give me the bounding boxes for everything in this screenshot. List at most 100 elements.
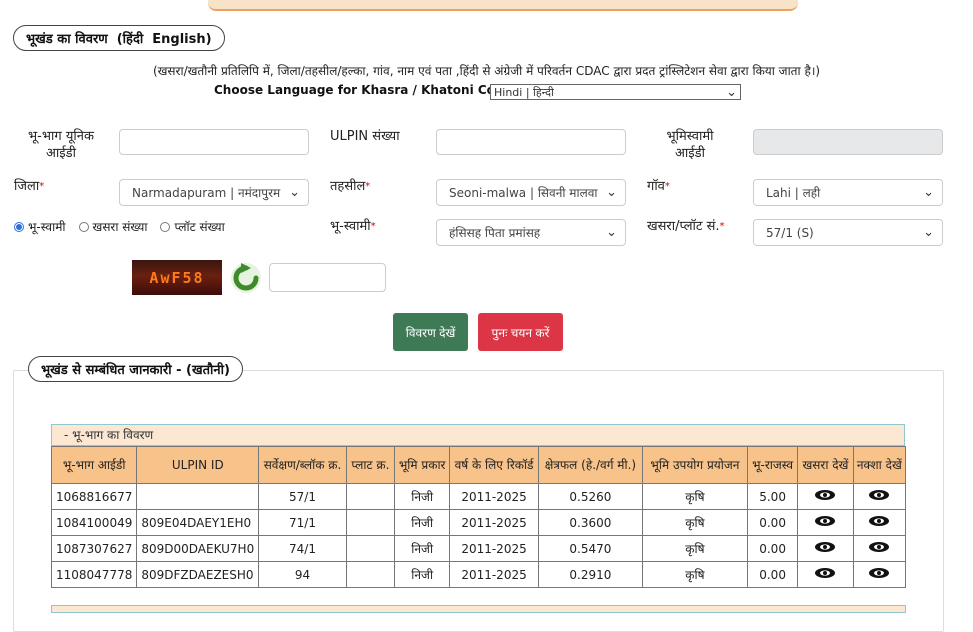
khasra-select[interactable]: 57/1 (S) ⌄ — [753, 219, 943, 246]
radio-circle[interactable] — [78, 221, 89, 232]
bhumiswami-id-label: भूमिस्वामी आईडी — [666, 129, 714, 161]
table-row: 1084100049 809E04DAEY1EH0 71/1 निजी 2011-202… — [50, 509, 907, 536]
gaon-select[interactable]: Lahi | लही ⌄ — [753, 179, 943, 206]
lang-hindi-link[interactable]: हिंदी — [123, 32, 144, 47]
table-cell: कृषि — [642, 509, 748, 536]
col-header: भू-राजस्व — [746, 446, 799, 484]
radio-label: भू-स्वामी — [28, 220, 66, 234]
table-cell: 1108047778 — [50, 561, 138, 588]
table-cell — [345, 483, 396, 510]
table-caption: - भू-भाग का विवरण — [51, 424, 905, 446]
view-details-button[interactable]: विवरण देखें — [393, 313, 468, 351]
chevron-down-icon: ⌄ — [606, 225, 617, 240]
khasra-label-text: खसरा/प्लॉट सं. — [647, 219, 720, 234]
col-header: भूमि उपयोग प्रयोजन — [642, 446, 748, 484]
table-cell: कृषि — [642, 535, 748, 562]
radio-circle[interactable] — [160, 221, 171, 232]
search-by-radio-group: भू-स्वामी खसरा संख्या प्लॉट संख्या — [14, 218, 238, 235]
table-cell: 1068816677 — [50, 483, 138, 510]
table-cell: 57/1 — [258, 483, 347, 510]
col-header: भू-भाग आईडी — [50, 446, 138, 484]
table-cell — [852, 561, 907, 588]
table-row: 1108047778 809DFZDAEZESH0 94 निजी 2011-2025 0… — [50, 561, 907, 588]
bhubhag-id-label: भू-भाग यूनिक आईडी — [28, 129, 94, 161]
jila-select[interactable]: Narmadapuram | नमंदापुरम ⌄ — [119, 179, 309, 206]
radio-bhuswami[interactable]: भू-स्वामी — [14, 218, 66, 235]
captcha-input[interactable] — [269, 263, 386, 292]
bhubhag-id-input[interactable] — [119, 129, 309, 155]
table-cell — [852, 483, 907, 510]
bhuswami-select[interactable]: हंसिसह पिता प्रमांसह ⌄ — [436, 219, 626, 246]
required-mark: * — [39, 181, 45, 192]
col-header: सर्वेक्षण/ब्लॉक क्र. — [258, 446, 347, 484]
naksha-view-eye-icon[interactable] — [868, 515, 890, 530]
captcha-image: AwF58 — [132, 260, 222, 295]
tehsil-label: तहसील* — [330, 178, 370, 195]
gaon-label-text: गॉव — [647, 179, 665, 194]
radio-khasra[interactable]: खसरा संख्या — [78, 218, 147, 235]
refresh-captcha-icon[interactable] — [230, 262, 262, 294]
radio-label: प्लॉट संख्या — [174, 220, 225, 234]
table-cell — [797, 509, 854, 536]
col-header: क्षेत्रफल (हे./वर्ग मी.) — [537, 446, 644, 484]
table-cell: निजी — [394, 561, 451, 588]
chevron-down-icon: ⌄ — [606, 185, 617, 200]
tehsil-select[interactable]: Seoni-malwa | सिवनी मालवा ⌄ — [436, 179, 626, 206]
ulpin-label: ULPIN संख्या — [330, 129, 400, 144]
khasra-view-eye-icon[interactable] — [814, 489, 836, 504]
language-select[interactable]: Hindi | हिन्दी ⌄ — [490, 84, 741, 100]
khasra-view-eye-icon[interactable] — [814, 541, 836, 556]
table-cell — [797, 561, 854, 588]
table-cell: 74/1 — [258, 535, 347, 562]
reset-selection-button[interactable]: पुनः चयन करें — [478, 313, 563, 351]
bhuswami-label: भू-स्वामी* — [330, 218, 376, 235]
table-cell — [345, 561, 396, 588]
section-title-bhukhand: भूखंड का विवरण (हिंदी English) — [13, 25, 225, 51]
table-cell: 1087307627 — [50, 535, 138, 562]
table-cell — [345, 535, 396, 562]
khasra-select-value: 57/1 (S) — [766, 225, 814, 240]
lang-english-link[interactable]: English — [152, 32, 205, 47]
radio-circle[interactable] — [14, 221, 24, 232]
bhuswami-select-value: हंसिसह पिता प्रमांसह — [449, 226, 541, 240]
tehsil-select-value: Seoni-malwa | सिवनी मालवा — [449, 186, 598, 200]
table-cell: 2011-2025 — [449, 561, 539, 588]
table-cell: 2011-2025 — [449, 509, 539, 536]
bhuswami-label-text: भू-स्वामी — [330, 219, 371, 234]
bhubhag-table: भू-भाग आईडी ULPIN ID सर्वेक्षण/ब्लॉक क्र… — [50, 446, 907, 588]
khasra-label: खसरा/प्लॉट सं.* — [647, 218, 725, 235]
table-cell: 809DFZDAEZESH0 — [136, 561, 260, 588]
table-cell — [852, 509, 907, 536]
table-cell: 0.3600 — [537, 509, 644, 536]
jila-label: जिला* — [14, 178, 44, 195]
table-cell: 0.5470 — [537, 535, 644, 562]
gaon-select-value: Lahi | लही — [766, 186, 821, 200]
required-mark: * — [719, 221, 725, 232]
chevron-down-icon: ⌄ — [289, 185, 300, 200]
table-cell: 0.5260 — [537, 483, 644, 510]
table-cell: निजी — [394, 535, 451, 562]
khasra-view-eye-icon[interactable] — [814, 567, 836, 582]
table-cell: 2011-2025 — [449, 535, 539, 562]
naksha-view-eye-icon[interactable] — [868, 489, 890, 504]
naksha-view-eye-icon[interactable] — [868, 567, 890, 582]
section-title-text: भूखंड का विवरण — [26, 32, 108, 47]
chevron-down-icon: ⌄ — [923, 185, 934, 200]
ulpin-input[interactable] — [436, 129, 626, 155]
col-header: ULPIN ID — [136, 446, 260, 484]
table-cell: निजी — [394, 483, 451, 510]
khasra-view-eye-icon[interactable] — [814, 515, 836, 530]
table-cell: 94 — [258, 561, 347, 588]
captcha-text: AwF58 — [149, 268, 205, 287]
chevron-down-icon: ⌄ — [923, 225, 934, 240]
language-select-value: Hindi | हिन्दी — [494, 85, 554, 99]
required-mark: * — [365, 181, 371, 192]
table-cell: 0.2910 — [537, 561, 644, 588]
next-section-edge — [51, 605, 906, 613]
table-cell: कृषि — [642, 561, 748, 588]
table-cell — [852, 535, 907, 562]
naksha-view-eye-icon[interactable] — [868, 541, 890, 556]
radio-plot[interactable]: प्लॉट संख्या — [160, 218, 225, 235]
transliteration-note: (खसरा/खतौनी प्रतिलिपि में, जिला/तहसील/हल… — [152, 64, 821, 78]
bhumiswami-id-input — [753, 129, 943, 155]
